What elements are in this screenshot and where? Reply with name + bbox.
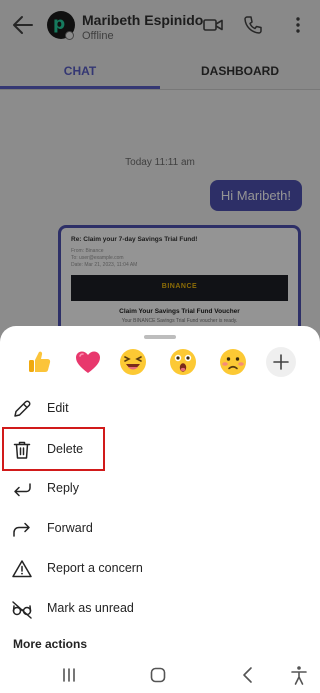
surprised-reaction[interactable] — [168, 347, 198, 377]
surprised-face-icon — [170, 349, 196, 375]
mark-unread-action[interactable]: Mark as unread — [0, 590, 320, 628]
laugh-reaction[interactable] — [118, 347, 148, 377]
nav-back-icon[interactable] — [237, 664, 259, 686]
recent-apps-icon[interactable] — [58, 664, 80, 686]
reply-icon — [14, 483, 31, 497]
sad-face-icon — [220, 349, 246, 375]
system-nav-bar — [0, 656, 320, 693]
warning-icon — [12, 560, 32, 578]
reply-label: Reply — [47, 481, 79, 495]
add-reaction-button[interactable] — [266, 347, 296, 377]
heart-reaction[interactable] — [73, 347, 103, 377]
thumbs-up-icon — [29, 351, 51, 372]
reply-action[interactable]: Reply — [0, 470, 320, 508]
sheet-drag-handle[interactable] — [144, 335, 176, 339]
more-actions-label[interactable]: More actions — [13, 637, 87, 651]
laughing-face-icon — [120, 349, 146, 375]
forward-action[interactable]: Forward — [0, 510, 320, 548]
edit-action[interactable]: Edit — [0, 390, 320, 428]
mark-unread-label: Mark as unread — [47, 601, 134, 615]
report-concern-action[interactable]: Report a concern — [0, 550, 320, 588]
report-concern-label: Report a concern — [47, 561, 143, 575]
unread-glasses-icon — [12, 601, 32, 619]
forward-label: Forward — [47, 521, 93, 535]
delete-highlight-box — [2, 427, 105, 471]
forward-icon — [13, 522, 30, 537]
heart-icon — [76, 351, 100, 373]
pencil-icon — [14, 400, 31, 417]
like-reaction[interactable] — [24, 347, 54, 377]
sad-reaction[interactable] — [218, 347, 248, 377]
plus-icon — [273, 354, 289, 370]
accessibility-icon[interactable] — [288, 664, 310, 686]
home-icon[interactable] — [147, 664, 169, 686]
edit-label: Edit — [47, 401, 69, 415]
